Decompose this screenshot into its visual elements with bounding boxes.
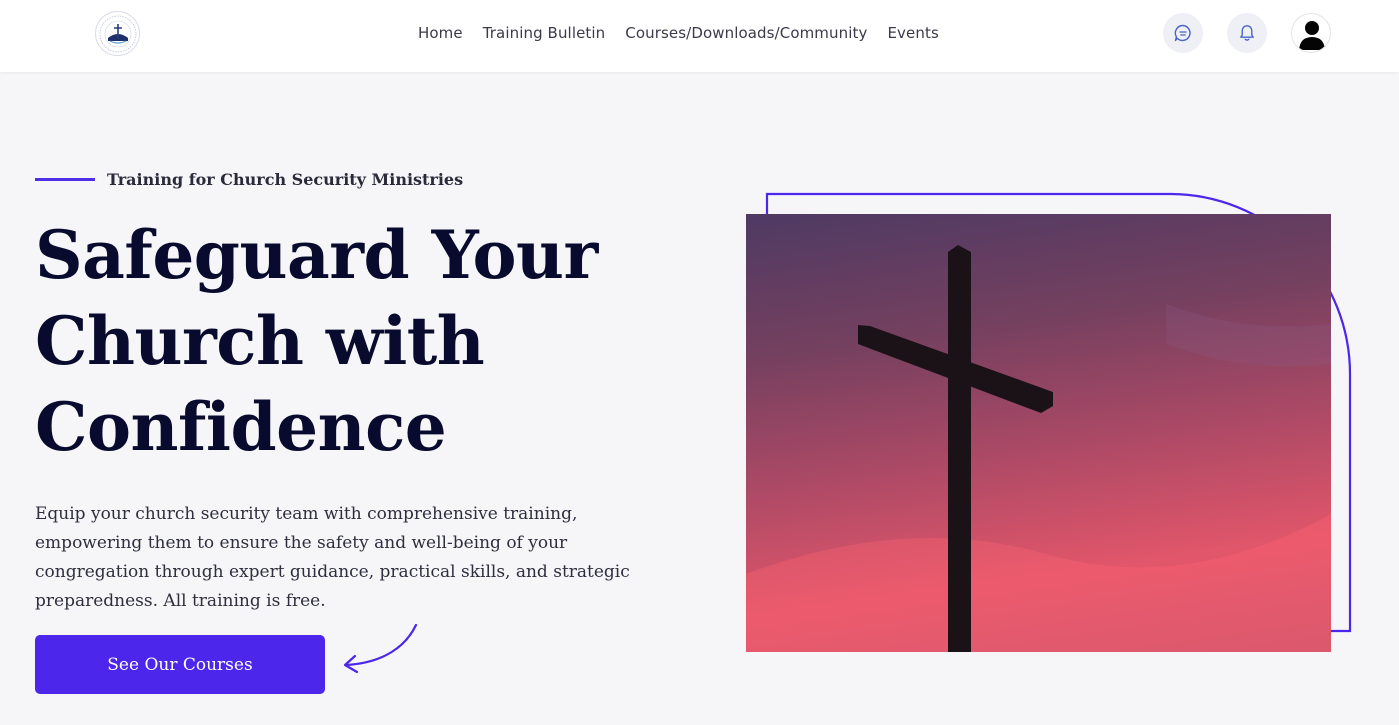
headline-line: Church with xyxy=(35,302,485,380)
curved-arrow-icon xyxy=(343,623,418,674)
hero-headline: Safeguard Your Church with Confidence xyxy=(35,212,655,470)
hero-eyebrow: Training for Church Security Ministries xyxy=(35,170,463,189)
nav-link-events[interactable]: Events xyxy=(887,24,938,42)
bell-icon xyxy=(1240,25,1254,41)
top-navigation-bar: Home Training Bulletin Courses/Downloads… xyxy=(0,0,1399,72)
eyebrow-text: Training for Church Security Ministries xyxy=(107,170,464,189)
logo-emblem-icon xyxy=(99,15,136,52)
cross-silhouette-image xyxy=(746,245,1331,652)
eyebrow-accent-line xyxy=(35,178,95,181)
chat-bubble-icon xyxy=(1174,24,1191,42)
headline-line: Safeguard Your xyxy=(35,216,598,294)
user-avatar[interactable] xyxy=(1291,13,1331,53)
see-our-courses-button[interactable]: See Our Courses xyxy=(35,635,325,694)
headline-line: Confidence xyxy=(35,388,447,466)
nav-link-home[interactable]: Home xyxy=(418,24,463,42)
nav-link-training-bulletin[interactable]: Training Bulletin xyxy=(483,24,606,42)
chat-button[interactable] xyxy=(1163,13,1203,53)
nav-link-courses-downloads-community[interactable]: Courses/Downloads/Community xyxy=(625,24,867,42)
notifications-button[interactable] xyxy=(1227,13,1267,53)
hero-description: Equip your church security team with com… xyxy=(35,504,630,611)
main-nav: Home Training Bulletin Courses/Downloads… xyxy=(418,0,939,66)
site-logo[interactable] xyxy=(95,11,140,56)
user-avatar-icon xyxy=(1299,21,1325,50)
cross-sunset-image xyxy=(746,214,1331,652)
